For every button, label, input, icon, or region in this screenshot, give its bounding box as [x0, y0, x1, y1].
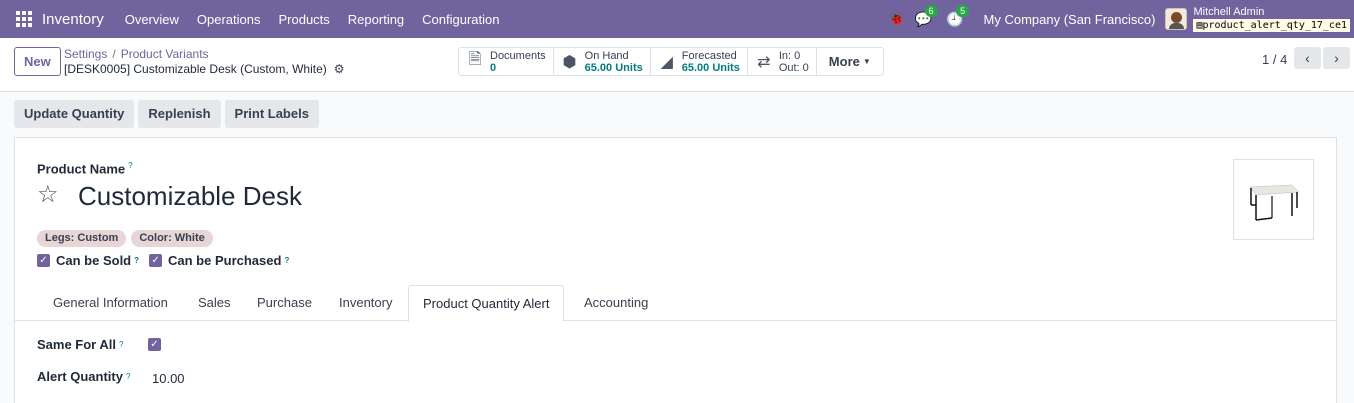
database-label: product_alert_qty_17_ce1 — [1202, 20, 1348, 31]
documents-value: 0 — [490, 61, 497, 74]
help-tooltip[interactable]: ? — [284, 256, 289, 265]
tab-inventory[interactable]: Inventory — [339, 285, 392, 321]
in-label: In: 0 — [778, 49, 801, 62]
same-for-all-label-row: Same For All? — [37, 337, 123, 352]
breadcrumb-settings[interactable]: Settings — [64, 47, 107, 61]
on-hand-label: On Hand — [584, 49, 629, 62]
product-name-label: Product Name — [37, 161, 126, 177]
pager-next-button[interactable]: › — [1323, 47, 1350, 69]
product-name-field[interactable]: Customizable Desk — [78, 181, 302, 212]
star-icon[interactable]: ☆ — [37, 180, 59, 209]
product-image[interactable] — [1233, 159, 1314, 240]
chevron-right-icon: › — [1334, 50, 1339, 66]
chevron-left-icon: ‹ — [1305, 50, 1310, 66]
messaging-button[interactable]: 💬 6 — [915, 4, 938, 28]
help-tooltip[interactable]: ? — [134, 256, 139, 265]
help-tooltip[interactable]: ? — [128, 161, 132, 170]
user-menu[interactable]: Mitchell Admin ▤product_alert_qty_17_ce1 — [1193, 6, 1350, 32]
smart-buttons: 🗎 Documents 0 ⬢ On Hand 65.00 Units ◢ Fore… — [458, 47, 884, 76]
tab-product-quantity-alert[interactable]: Product Quantity Alert — [408, 285, 565, 322]
can-be-purchased-label: Can be Purchased — [168, 253, 282, 268]
more-smart-button[interactable]: More ▼ — [817, 48, 883, 75]
can-be-sold-label: Can be Sold — [56, 253, 132, 268]
desk-image-icon — [1249, 184, 1300, 221]
user-avatar[interactable] — [1165, 8, 1188, 30]
forecasted-smart-button[interactable]: ◢ Forecasted 65.00 Units — [651, 48, 748, 75]
alert-quantity-label: Alert Quantity — [37, 369, 123, 384]
area-chart-icon: ◢ — [660, 53, 673, 71]
tab-sales[interactable]: Sales — [198, 285, 231, 321]
breadcrumb: Settings / Product Variants — [64, 47, 209, 61]
help-tooltip[interactable]: ? — [119, 340, 123, 349]
out-label: Out: 0 — [778, 61, 809, 74]
same-for-all-checkbox[interactable]: ✓ — [148, 338, 161, 351]
tag-color-white: Color: White — [131, 230, 213, 247]
debug-icon[interactable]: 🐞 — [888, 11, 904, 27]
top-navbar: Inventory Overview Operations Products R… — [0, 0, 1354, 38]
menu-configuration[interactable]: Configuration — [422, 12, 499, 27]
control-panel: New Settings / Product Variants [DESK0005]… — [0, 38, 1354, 92]
menu-operations[interactable]: Operations — [197, 12, 261, 27]
more-label: More — [828, 54, 860, 69]
alert-quantity-input[interactable]: 10.00 — [152, 371, 185, 386]
app-brand[interactable]: Inventory — [42, 11, 104, 28]
action-buttons: Update Quantity Replenish Print Labels — [14, 100, 323, 128]
can-be-purchased-field: ✓ Can be Purchased? — [149, 253, 289, 268]
cubes-icon: ⬢ — [562, 53, 577, 71]
new-button[interactable]: New — [14, 47, 61, 76]
in-out-smart-button[interactable]: ⇄ In: 0 Out: 0 — [748, 48, 817, 75]
database-name: ▤product_alert_qty_17_ce1 — [1193, 19, 1350, 32]
gear-icon[interactable]: ⚙ — [334, 62, 345, 76]
forecasted-value: 65.00 Units — [681, 61, 740, 74]
documents-smart-button[interactable]: 🗎 Documents 0 — [459, 48, 554, 75]
messages-count-badge: 6 — [924, 4, 938, 17]
apps-menu-icon[interactable] — [16, 11, 32, 27]
breadcrumb-separator: / — [112, 47, 116, 61]
tag-legs-custom: Legs: Custom — [37, 230, 127, 247]
caret-down-icon: ▼ — [862, 57, 871, 66]
on-hand-value: 65.00 Units — [584, 61, 643, 74]
on-hand-smart-button[interactable]: ⬢ On Hand 65.00 Units — [554, 48, 651, 75]
tab-general-information[interactable]: General Information — [53, 285, 168, 321]
activities-button[interactable]: 🕘 5 — [946, 4, 970, 28]
tab-accounting[interactable]: Accounting — [584, 285, 648, 321]
document-icon: 🗎 — [468, 51, 482, 68]
alert-quantity-label-row: Alert Quantity? — [37, 369, 130, 384]
exchange-icon: ⇄ — [757, 53, 771, 71]
record-title: [DESK0005] Customizable Desk (Custom, Wh… — [64, 62, 327, 76]
activities-count-badge: 5 — [956, 4, 970, 17]
menu-products[interactable]: Products — [278, 12, 329, 27]
notebook-tabs: General Information Sales Purchase Inven… — [15, 285, 1336, 322]
variant-tags: Legs: Custom Color: White — [37, 230, 218, 247]
print-labels-button[interactable]: Print Labels — [224, 100, 319, 128]
documents-label: Documents — [490, 49, 546, 62]
record-title-row: [DESK0005] Customizable Desk (Custom, Wh… — [64, 62, 345, 76]
user-name: Mitchell Admin — [1193, 6, 1265, 18]
form-sheet: Product Name? ☆ Customizable Desk Legs: … — [14, 137, 1337, 403]
menu-reporting[interactable]: Reporting — [348, 12, 404, 27]
breadcrumb-product-variants[interactable]: Product Variants — [121, 47, 209, 61]
can-be-sold-checkbox[interactable]: ✓ — [37, 254, 50, 267]
pager-previous-button[interactable]: ‹ — [1294, 47, 1321, 69]
menu-overview[interactable]: Overview — [125, 12, 179, 27]
replenish-button[interactable]: Replenish — [138, 100, 221, 128]
company-switcher[interactable]: My Company (San Francisco) — [984, 12, 1156, 27]
update-quantity-button[interactable]: Update Quantity — [14, 100, 135, 128]
forecasted-label: Forecasted — [681, 49, 737, 62]
can-be-sold-field: ✓ Can be Sold? — [37, 253, 139, 268]
same-for-all-label: Same For All — [37, 337, 116, 352]
help-tooltip[interactable]: ? — [126, 372, 130, 381]
pager-value[interactable]: 1 / 4 — [1262, 52, 1287, 67]
sale-purchase-checkboxes: ✓ Can be Sold? ✓ Can be Purchased? — [37, 253, 299, 268]
tab-purchase[interactable]: Purchase — [257, 285, 312, 321]
product-name-label-row: Product Name? — [37, 161, 133, 176]
can-be-purchased-checkbox[interactable]: ✓ — [149, 254, 163, 267]
